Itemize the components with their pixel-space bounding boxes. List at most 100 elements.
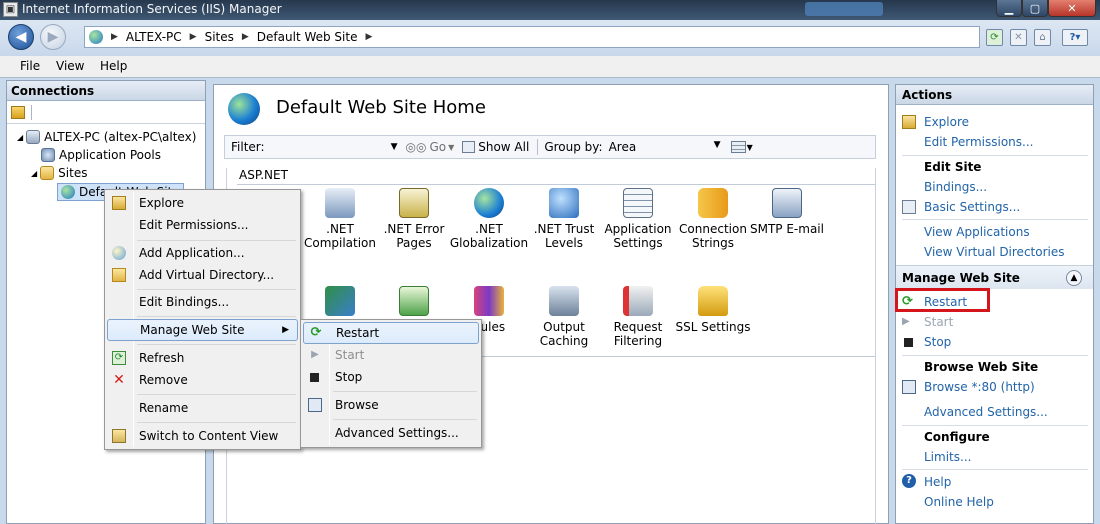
view-mode-icon[interactable] (730, 141, 746, 153)
basic-settings-icon (902, 200, 916, 214)
ctx-add-virtual-directory[interactable]: Add Virtual Directory... (107, 264, 298, 286)
menu-view[interactable]: View (56, 59, 84, 73)
sub-stop[interactable]: Stop (303, 366, 479, 388)
group-aspnet-label: ASP.NET (239, 168, 288, 182)
tree-server[interactable]: ◢ ALTEX-PC (altex-PC\altex) (17, 130, 196, 144)
ctx-edit-permissions[interactable]: Edit Permissions... (107, 214, 298, 236)
feature-error-pages[interactable]: .NET Error Pages (373, 188, 455, 250)
action-view-applications[interactable]: View Applications (924, 225, 1030, 239)
action-browse-80[interactable]: Browse *:80 (http) (924, 380, 1035, 394)
ctx-switch-content-view[interactable]: Switch to Content View (107, 425, 298, 447)
ctx-separator (137, 289, 296, 290)
tree-collapse-icon[interactable]: ◢ (17, 133, 23, 142)
breadcrumb-default-web-site[interactable]: Default Web Site (257, 30, 358, 44)
ctx-rename[interactable]: Rename (107, 397, 298, 419)
action-divider (902, 155, 1088, 156)
restart-highlight-box (895, 288, 990, 312)
ctx-explore[interactable]: Explore (107, 192, 298, 214)
action-stop[interactable]: Stop (924, 335, 951, 349)
group-by-value: Area (608, 140, 637, 154)
breadcrumb-altex-pc[interactable]: ALTEX-PC (126, 30, 182, 44)
feature-trust-levels[interactable]: .NET Trust Levels (523, 188, 605, 250)
refresh-icon[interactable]: ⟳ (986, 29, 1003, 46)
ctx-rename-label: Rename (139, 401, 189, 415)
feature-app-settings[interactable]: Application Settings (597, 188, 679, 250)
go-binoculars-icon: ◎◎ (405, 140, 427, 154)
server-icon (26, 130, 41, 144)
filter-dropdown-arrow-icon[interactable]: ▼ (391, 142, 398, 152)
go-dropdown-icon[interactable]: ▼ (448, 143, 454, 152)
forward-button[interactable]: ▶ (40, 24, 66, 50)
feature-label: Caching (539, 334, 589, 348)
ctx-edit-bindings-label: Edit Bindings... (139, 295, 230, 309)
tree-app-pools-label: Application Pools (59, 148, 161, 162)
feature-globalization[interactable]: .NET Globalization (448, 188, 530, 250)
feature-compilation[interactable]: .NET Compilation (299, 188, 381, 250)
action-help[interactable]: Help (924, 475, 951, 489)
close-button[interactable]: ✕ (1048, 0, 1096, 17)
tree-app-pools[interactable]: Application Pools (41, 148, 161, 162)
action-explore[interactable]: Explore (924, 115, 969, 129)
action-advanced-settings[interactable]: Advanced Settings... (924, 405, 1048, 419)
filter-bar: Filter: ▼ ◎◎ Go ▼ Show All Group by: Are… (224, 135, 876, 159)
sub-browse[interactable]: Browse (303, 394, 479, 416)
group-by-select[interactable]: Area ▼ (608, 140, 721, 154)
action-view-virtual-directories[interactable]: View Virtual Directories (924, 245, 1065, 259)
show-all-button[interactable]: Show All (478, 140, 529, 154)
ctx-edit-bindings[interactable]: Edit Bindings... (107, 291, 298, 313)
feature-handler[interactable] (299, 286, 381, 320)
new-connection-icon[interactable] (11, 106, 25, 119)
feature-connection-strings[interactable]: Connection Strings (672, 188, 754, 250)
chevron-right-icon: ▶ (111, 32, 118, 42)
menu-file[interactable]: File (20, 59, 40, 73)
tree-sites[interactable]: ◢ Sites (31, 166, 87, 180)
sub-restart[interactable]: ⟳ Restart (303, 322, 479, 344)
action-bindings[interactable]: Bindings... (924, 180, 987, 194)
navigation-bar: ◀ ▶ ▶ ALTEX-PC ▶ Sites ▶ Default Web Sit… (0, 20, 1100, 56)
action-online-help[interactable]: Online Help (924, 495, 994, 509)
feature-output-caching[interactable]: Output Caching (523, 286, 605, 348)
compilation-icon (325, 188, 355, 218)
ctx-remove[interactable]: ✕ Remove (107, 369, 298, 391)
feature-label: Strings (691, 236, 735, 250)
action-limits[interactable]: Limits... (924, 450, 971, 464)
maximize-button[interactable]: ▢ (1022, 0, 1048, 17)
collapse-chevron-up-icon[interactable]: ▲ (1066, 270, 1082, 286)
minimize-button[interactable]: ▁ (996, 0, 1022, 17)
address-bar[interactable]: ▶ ALTEX-PC ▶ Sites ▶ Default Web Site ▶ (84, 26, 980, 48)
feature-ssl-lock[interactable]: SSL Settings (672, 286, 754, 334)
feature-mime[interactable] (373, 286, 455, 320)
action-edit-site-header: Edit Site (924, 160, 982, 174)
back-button[interactable]: ◀ (8, 24, 34, 50)
filter-input[interactable] (268, 139, 389, 155)
feature-label: Filtering (613, 334, 663, 348)
window-title: Internet Information Services (IIS) Mana… (22, 2, 282, 16)
manage-web-site-header: Manage Web Site (902, 271, 1020, 285)
ctx-refresh[interactable]: ⟳ Refresh (107, 347, 298, 369)
feature-smtp[interactable]: SMTP E-mail (746, 188, 828, 236)
stop-icon[interactable]: ✕ (1010, 29, 1027, 46)
app-pools-icon (41, 148, 55, 162)
tree-collapse-icon[interactable]: ◢ (31, 169, 37, 178)
menu-help[interactable]: Help (100, 59, 127, 73)
view-mode-dropdown-icon[interactable]: ▼ (747, 143, 753, 152)
help-icon[interactable]: ?▾ (1062, 29, 1088, 46)
breadcrumb-sites[interactable]: Sites (205, 30, 234, 44)
ctx-manage-web-site[interactable]: Manage Web Site ▶ (107, 319, 298, 341)
stop-icon (904, 338, 913, 347)
feature-request-filtering[interactable]: Request Filtering (597, 286, 679, 348)
ctx-manage-web-site-label: Manage Web Site (140, 323, 245, 337)
feature-label: .NET Trust (533, 222, 595, 236)
action-basic-settings[interactable]: Basic Settings... (924, 200, 1020, 214)
chevron-right-icon: ▶ (365, 32, 373, 42)
action-edit-permissions[interactable]: Edit Permissions... (924, 135, 1033, 149)
sub-advanced-settings[interactable]: Advanced Settings... (303, 422, 479, 444)
browse-icon (902, 380, 916, 394)
feature-label: Settings (613, 236, 663, 250)
ctx-add-application[interactable]: Add Application... (107, 242, 298, 264)
refresh-icon: ⟳ (112, 351, 126, 365)
sub-advanced-settings-label: Advanced Settings... (335, 426, 459, 440)
go-button[interactable]: Go (429, 140, 446, 154)
home-icon[interactable]: ⌂ (1034, 29, 1051, 46)
tree-sites-label: Sites (58, 166, 88, 180)
